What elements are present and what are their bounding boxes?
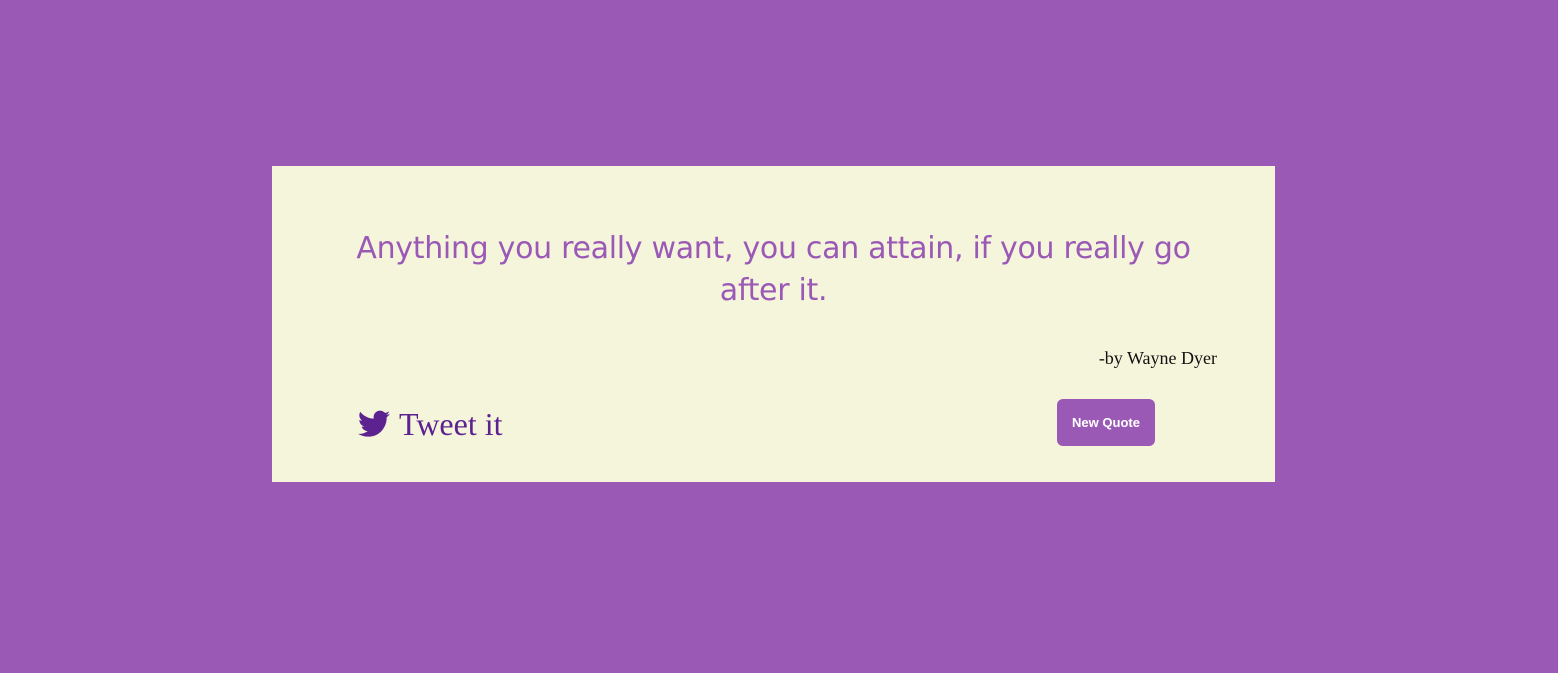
twitter-bird-icon	[358, 410, 390, 438]
new-quote-button[interactable]: New Quote	[1057, 399, 1155, 446]
quote-text: Anything you really want, you can attain…	[356, 231, 1191, 308]
tweet-it-link[interactable]: Tweet it	[358, 404, 503, 444]
quote-card: Anything you really want, you can attain…	[272, 166, 1275, 482]
quote-author: -by Wayne Dyer	[1098, 348, 1217, 368]
tweet-it-label: Tweet it	[399, 406, 503, 442]
